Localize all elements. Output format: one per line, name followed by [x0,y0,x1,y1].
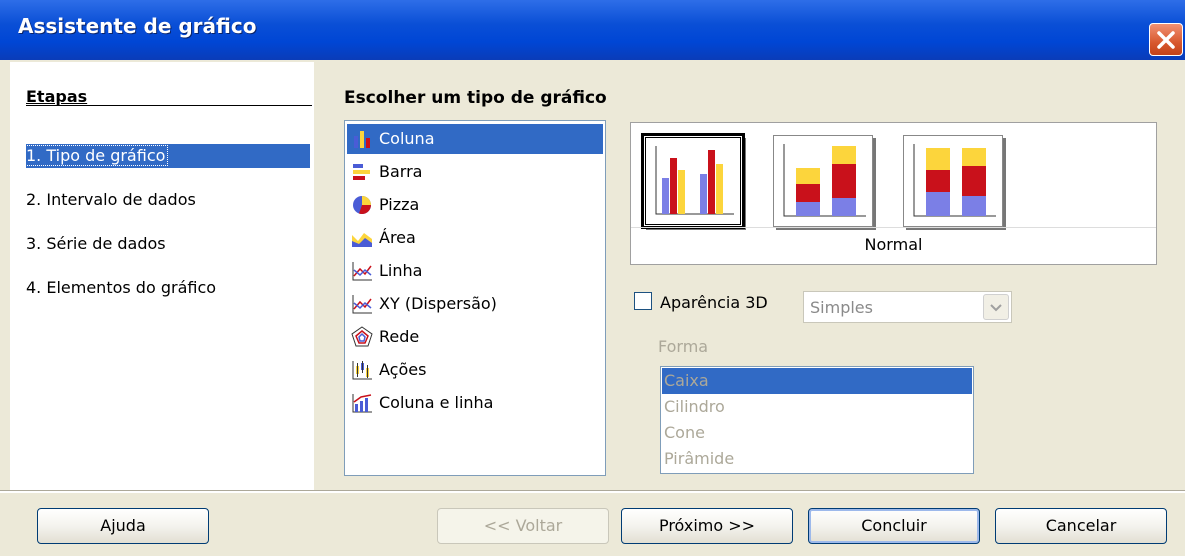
step-chart-elements[interactable]: 4. Elementos do gráfico [26,276,216,300]
chart-type-heading: Escolher um tipo de gráfico [344,88,607,108]
close-button[interactable] [1149,23,1183,56]
chart-variant-panel: Normal [630,122,1157,265]
column-line-chart-icon [352,394,372,413]
chart-type-label: Rede [379,327,420,346]
chart-type-item-linha[interactable]: Linha [347,256,603,286]
close-icon [1157,31,1175,49]
appearance-3d-value: Simples [810,298,873,317]
chevron-down-icon [990,304,1002,312]
normal-column-variant-icon [655,146,734,215]
chart-type-item-rede[interactable]: Rede [347,322,603,352]
shape-list[interactable]: Caixa Cilindro Cone Pirâmide [660,366,974,474]
chart-type-label: Barra [379,162,423,181]
chart-type-list[interactable]: Coluna Barra Pizza Área Linha XY (Disper… [344,120,606,476]
chart-type-label: Ações [379,360,427,379]
variant-divider [631,227,1156,228]
appearance-3d-select[interactable]: Simples [803,291,1012,323]
chart-type-item-coluna[interactable]: Coluna [347,124,603,154]
chart-type-item-area[interactable]: Área [347,223,603,253]
help-button[interactable]: Ajuda [37,508,209,544]
shape-item-piramide[interactable]: Pirâmide [662,446,972,472]
next-button[interactable]: Próximo >> [621,508,793,544]
chart-type-item-barra[interactable]: Barra [347,157,603,187]
chart-type-label: Pizza [379,195,420,214]
area-chart-icon [352,233,372,247]
net-chart-icon [351,326,373,347]
back-button[interactable]: << Voltar [437,508,609,544]
steps-divider [26,105,312,106]
variant-percent-stacked[interactable] [903,135,1003,227]
chart-type-label: XY (Dispersão) [379,294,497,313]
chart-type-item-pizza[interactable]: Pizza [347,190,603,220]
title-bar: Assistente de gráfico [0,0,1185,60]
variant-label: Normal [864,235,923,254]
xy-scatter-icon [352,295,372,314]
appearance-3d-label: Aparência 3D [660,293,768,312]
percent-stacked-column-variant-icon [913,144,996,217]
cancel-button[interactable]: Cancelar [995,508,1167,544]
window-title: Assistente de gráfico [18,14,257,38]
shape-label: Forma [658,337,709,356]
chart-type-item-acoes[interactable]: Ações [347,355,603,385]
shape-item-cone[interactable]: Cone [662,420,972,446]
line-chart-icon [352,262,372,281]
dropdown-button[interactable] [983,294,1009,320]
appearance-3d-text: Aparência 3D [660,293,768,312]
chart-type-item-coluna-linha[interactable]: Coluna e linha [347,388,603,418]
shape-item-caixa[interactable]: Caixa [662,368,972,394]
step-chart-type[interactable]: 1. Tipo de gráfico [22,144,310,168]
stock-chart-icon [352,361,372,380]
variant-normal[interactable] [641,133,745,229]
footer-divider [0,490,1185,493]
steps-heading: Etapas [26,87,88,106]
chart-type-label: Área [379,228,416,247]
stacked-column-variant-icon [783,144,866,217]
column-chart-icon [354,131,370,148]
step-label: 1. Tipo de gráfico [22,145,169,166]
chart-type-label: Linha [379,261,423,280]
appearance-3d-checkbox[interactable] [634,292,652,310]
steps-panel: Etapas 1. Tipo de gráfico 2. Intervalo d… [10,62,314,490]
chart-type-item-xy[interactable]: XY (Dispersão) [347,289,603,319]
variant-stacked[interactable] [773,135,873,227]
step-data-series[interactable]: 3. Série de dados [26,232,166,256]
step-data-range[interactable]: 2. Intervalo de dados [26,188,196,212]
shape-item-cilindro[interactable]: Cilindro [662,394,972,420]
chart-type-label: Coluna e linha [379,393,494,412]
pie-chart-icon [353,196,371,215]
bar-chart-icon [353,164,370,180]
chart-type-label: Coluna [379,129,435,148]
finish-button[interactable]: Concluir [808,508,980,544]
